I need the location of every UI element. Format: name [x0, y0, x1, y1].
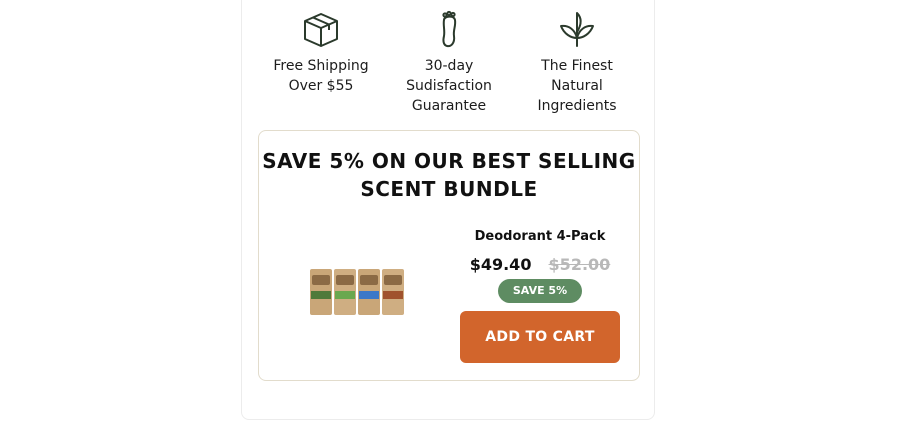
box-icon — [304, 13, 338, 47]
sale-price: $49.40 — [469, 255, 532, 274]
feature-free-shipping: Free Shipping Over $55 — [257, 8, 385, 96]
feature-guarantee: 30-day Sudisfaction Guarantee — [385, 8, 513, 116]
add-to-cart-button[interactable]: ADD TO CART — [460, 311, 620, 363]
feature-ingredients: The Finest Natural Ingredients — [513, 8, 641, 116]
leaf-icon — [560, 12, 594, 47]
bundle-offer-card: SAVE 5% ON OUR BEST SELLING SCENT BUNDLE… — [258, 130, 640, 381]
feature-label: The Finest Natural Ingredients — [537, 58, 617, 114]
footprint-icon — [442, 10, 457, 48]
save-badge: SAVE 5% — [498, 279, 582, 303]
price-row: $49.40 $52.00 — [459, 255, 621, 274]
product-name[interactable]: Deodorant 4-Pack — [459, 229, 621, 244]
feature-label: Free Shipping Over $55 — [273, 58, 369, 94]
feature-label: 30-day Sudisfaction Guarantee — [406, 58, 492, 114]
feature-highlights: Free Shipping Over $55 30-day Sudisfacti… — [257, 8, 641, 118]
deodorant-4-pack-image[interactable] — [309, 267, 407, 317]
original-price: $52.00 — [548, 255, 611, 274]
bundle-title: SAVE 5% ON OUR BEST SELLING SCENT BUNDLE — [262, 149, 636, 201]
